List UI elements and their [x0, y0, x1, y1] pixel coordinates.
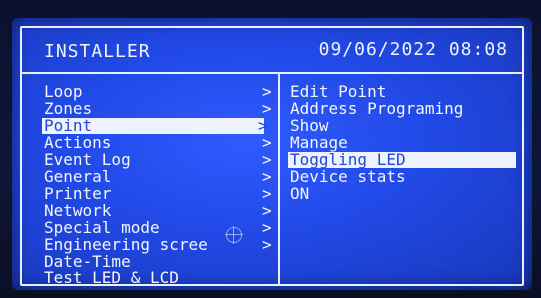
chevron-right-icon: > — [262, 82, 272, 101]
menu-item-label: Loop — [44, 82, 83, 101]
chevron-right-icon: > — [262, 99, 272, 118]
menu-item-network[interactable]: Network > — [44, 201, 272, 220]
menu-item-label: Network — [44, 201, 112, 220]
submenu-item-address-programing[interactable]: Address Programing — [290, 101, 463, 117]
submenu-item-on[interactable]: ON — [290, 186, 309, 202]
chevron-right-icon: > — [262, 184, 272, 203]
lcd-screen: INSTALLER 09/06/2022 08:08 Loop > Zones … — [12, 18, 532, 290]
header-bar: INSTALLER 09/06/2022 08:08 — [22, 28, 522, 74]
panel-device: INSTALLER 09/06/2022 08:08 Loop > Zones … — [0, 0, 541, 298]
menu-item-point[interactable]: Point > — [42, 116, 268, 135]
chevron-right-icon: > — [258, 116, 268, 135]
menu-item-engineering-screen[interactable]: Engineering scree > — [44, 235, 272, 254]
menu-item-test-led-lcd[interactable]: Test LED & LCD — [44, 270, 179, 286]
chevron-right-icon: > — [262, 218, 272, 237]
chevron-right-icon: > — [262, 167, 272, 186]
menu-item-event-log[interactable]: Event Log > — [44, 150, 272, 169]
submenu-item-edit-point[interactable]: Edit Point — [290, 84, 386, 100]
screen-frame: INSTALLER 09/06/2022 08:08 Loop > Zones … — [20, 26, 524, 286]
menu-item-special-mode[interactable]: Special mode > — [44, 218, 272, 237]
menu-item-zones[interactable]: Zones > — [44, 99, 272, 118]
menu-item-printer[interactable]: Printer > — [44, 184, 272, 203]
chevron-right-icon: > — [262, 133, 272, 152]
submenu-item-device-stats[interactable]: Device stats — [290, 169, 406, 185]
menu-item-label: Printer — [44, 184, 112, 203]
submenu-item-toggling-led[interactable]: Toggling LED — [288, 152, 516, 168]
menu-item-label: Zones — [44, 99, 93, 118]
menu-item-label: Point — [44, 116, 93, 135]
main-menu: Loop > Zones > Point > Actions > Event L… — [22, 74, 280, 286]
menu-item-label: Engineering scree — [44, 235, 208, 254]
date-time-display: 09/06/2022 08:08 — [318, 39, 508, 60]
submenu-item-manage[interactable]: Manage — [290, 135, 348, 151]
menu-item-label: Test LED & LCD — [44, 268, 179, 287]
menu-item-label: Special mode — [44, 218, 160, 237]
menu-item-label: Event Log — [44, 150, 131, 169]
submenu-item-show[interactable]: Show — [290, 118, 329, 134]
menu-item-label: Actions — [44, 133, 112, 152]
crosshair-cursor-icon — [225, 226, 243, 244]
menu-item-label: General — [44, 167, 112, 186]
chevron-right-icon: > — [262, 150, 272, 169]
menu-item-general[interactable]: General > — [44, 167, 272, 186]
menu-item-actions[interactable]: Actions > — [44, 133, 272, 152]
menu-item-loop[interactable]: Loop > — [44, 82, 272, 101]
chevron-right-icon: > — [262, 235, 272, 254]
submenu-panel: Edit Point Address Programing Show Manag… — [280, 74, 522, 284]
chevron-right-icon: > — [262, 201, 272, 220]
page-title: INSTALLER — [44, 41, 151, 62]
